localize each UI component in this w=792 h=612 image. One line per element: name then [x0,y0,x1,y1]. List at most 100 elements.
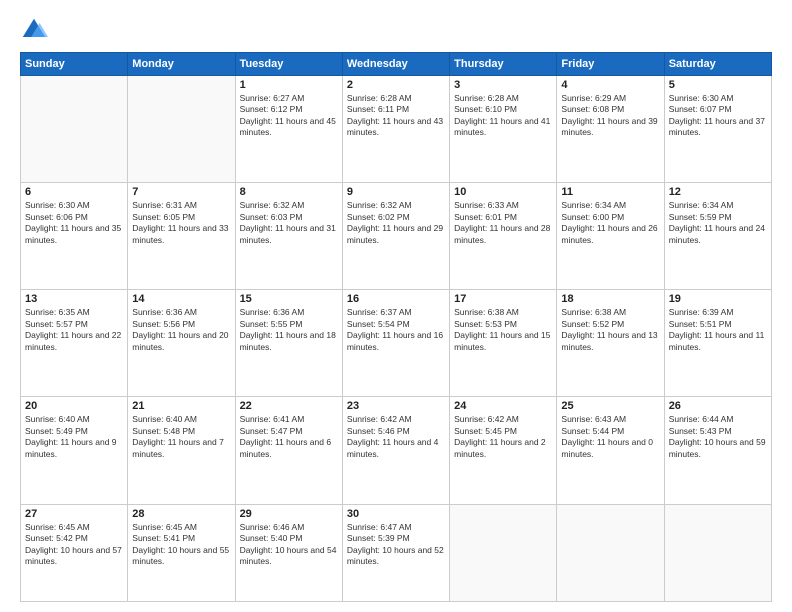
day-number: 16 [347,293,445,305]
day-number: 26 [669,400,767,412]
day-number: 18 [561,293,659,305]
day-number: 21 [132,400,230,412]
day-number: 8 [240,186,338,198]
day-number: 7 [132,186,230,198]
day-info: Sunrise: 6:37 AM Sunset: 5:54 PM Dayligh… [347,307,445,353]
day-number: 22 [240,400,338,412]
day-number: 3 [454,79,552,91]
calendar-cell: 28Sunrise: 6:45 AM Sunset: 5:41 PM Dayli… [128,504,235,601]
day-info: Sunrise: 6:29 AM Sunset: 6:08 PM Dayligh… [561,93,659,139]
calendar-cell: 27Sunrise: 6:45 AM Sunset: 5:42 PM Dayli… [21,504,128,601]
day-number: 12 [669,186,767,198]
day-number: 14 [132,293,230,305]
col-header-wednesday: Wednesday [342,53,449,76]
calendar-cell [557,504,664,601]
col-header-friday: Friday [557,53,664,76]
day-info: Sunrise: 6:27 AM Sunset: 6:12 PM Dayligh… [240,93,338,139]
day-info: Sunrise: 6:44 AM Sunset: 5:43 PM Dayligh… [669,414,767,460]
day-number: 9 [347,186,445,198]
calendar-cell: 11 Sunrise: 6:34 AM Sunset: 6:00 PM Dayli… [557,183,664,290]
day-number: 6 [25,186,123,198]
day-info: Sunrise: 6:45 AM Sunset: 5:41 PM Dayligh… [132,522,230,568]
calendar-cell: 7 Sunrise: 6:31 AM Sunset: 6:05 PM Daylig… [128,183,235,290]
calendar-cell: 26 Sunrise: 6:44 AM Sunset: 5:43 PM Dayli… [664,397,771,504]
day-info: Sunrise: 6:42 AM Sunset: 5:45 PM Dayligh… [454,414,552,460]
calendar-cell [128,76,235,183]
calendar-cell: 24 Sunrise: 6:42 AM Sunset: 5:45 PM Dayli… [450,397,557,504]
calendar-cell: 21Sunrise: 6:40 AM Sunset: 5:48 PM Dayli… [128,397,235,504]
calendar-cell: 5 Sunrise: 6:30 AM Sunset: 6:07 PM Daylig… [664,76,771,183]
week-row-4: 20 Sunrise: 6:40 AM Sunset: 5:49 PM Dayli… [21,397,772,504]
day-info: Sunrise: 6:34 AM Sunset: 6:00 PM Dayligh… [561,200,659,246]
day-number: 24 [454,400,552,412]
day-info: Sunrise: 6:41 AM Sunset: 5:47 PM Dayligh… [240,414,338,460]
col-header-tuesday: Tuesday [235,53,342,76]
calendar-cell: 2Sunrise: 6:28 AM Sunset: 6:11 PM Daylig… [342,76,449,183]
day-number: 1 [240,79,338,91]
calendar-cell: 4Sunrise: 6:29 AM Sunset: 6:08 PM Daylig… [557,76,664,183]
calendar-table: SundayMondayTuesdayWednesdayThursdayFrid… [20,52,772,602]
day-number: 19 [669,293,767,305]
calendar-cell: 30 Sunrise: 6:47 AM Sunset: 5:39 PM Dayli… [342,504,449,601]
day-number: 10 [454,186,552,198]
day-info: Sunrise: 6:30 AM Sunset: 6:07 PM Dayligh… [669,93,767,139]
col-header-monday: Monday [128,53,235,76]
calendar-cell: 25 Sunrise: 6:43 AM Sunset: 5:44 PM Dayli… [557,397,664,504]
day-number: 27 [25,508,123,520]
logo [20,16,52,44]
week-row-2: 6Sunrise: 6:30 AM Sunset: 6:06 PM Daylig… [21,183,772,290]
calendar-cell: 13 Sunrise: 6:35 AM Sunset: 5:57 PM Dayli… [21,290,128,397]
day-number: 11 [561,186,659,198]
calendar-cell: 29 Sunrise: 6:46 AM Sunset: 5:40 PM Dayli… [235,504,342,601]
day-info: Sunrise: 6:33 AM Sunset: 6:01 PM Dayligh… [454,200,552,246]
calendar-cell: 23 Sunrise: 6:42 AM Sunset: 5:46 PM Dayli… [342,397,449,504]
day-number: 15 [240,293,338,305]
calendar-cell: 15 Sunrise: 6:36 AM Sunset: 5:55 PM Dayli… [235,290,342,397]
header [20,16,772,44]
calendar-cell: 17 Sunrise: 6:38 AM Sunset: 5:53 PM Dayli… [450,290,557,397]
day-info: Sunrise: 6:28 AM Sunset: 6:11 PM Dayligh… [347,93,445,139]
calendar-cell: 3Sunrise: 6:28 AM Sunset: 6:10 PM Daylig… [450,76,557,183]
calendar-cell: 19Sunrise: 6:39 AM Sunset: 5:51 PM Dayli… [664,290,771,397]
calendar-header-row: SundayMondayTuesdayWednesdayThursdayFrid… [21,53,772,76]
calendar-cell [664,504,771,601]
day-info: Sunrise: 6:47 AM Sunset: 5:39 PM Dayligh… [347,522,445,568]
week-row-5: 27Sunrise: 6:45 AM Sunset: 5:42 PM Dayli… [21,504,772,601]
day-number: 23 [347,400,445,412]
calendar-cell: 20 Sunrise: 6:40 AM Sunset: 5:49 PM Dayli… [21,397,128,504]
day-info: Sunrise: 6:43 AM Sunset: 5:44 PM Dayligh… [561,414,659,460]
day-number: 20 [25,400,123,412]
calendar-cell: 14 Sunrise: 6:36 AM Sunset: 5:56 PM Dayli… [128,290,235,397]
day-number: 5 [669,79,767,91]
week-row-3: 13 Sunrise: 6:35 AM Sunset: 5:57 PM Dayli… [21,290,772,397]
calendar-cell: 12 Sunrise: 6:34 AM Sunset: 5:59 PM Dayli… [664,183,771,290]
logo-icon [20,16,48,44]
day-info: Sunrise: 6:46 AM Sunset: 5:40 PM Dayligh… [240,522,338,568]
day-info: Sunrise: 6:36 AM Sunset: 5:56 PM Dayligh… [132,307,230,353]
calendar-cell: 16 Sunrise: 6:37 AM Sunset: 5:54 PM Dayli… [342,290,449,397]
day-number: 17 [454,293,552,305]
day-number: 30 [347,508,445,520]
calendar-cell: 22 Sunrise: 6:41 AM Sunset: 5:47 PM Dayli… [235,397,342,504]
day-info: Sunrise: 6:36 AM Sunset: 5:55 PM Dayligh… [240,307,338,353]
day-number: 29 [240,508,338,520]
day-info: Sunrise: 6:31 AM Sunset: 6:05 PM Dayligh… [132,200,230,246]
calendar-cell: 18Sunrise: 6:38 AM Sunset: 5:52 PM Dayli… [557,290,664,397]
day-number: 25 [561,400,659,412]
day-info: Sunrise: 6:40 AM Sunset: 5:49 PM Dayligh… [25,414,123,460]
day-info: Sunrise: 6:34 AM Sunset: 5:59 PM Dayligh… [669,200,767,246]
day-number: 13 [25,293,123,305]
day-info: Sunrise: 6:32 AM Sunset: 6:02 PM Dayligh… [347,200,445,246]
col-header-thursday: Thursday [450,53,557,76]
calendar-cell [450,504,557,601]
day-info: Sunrise: 6:42 AM Sunset: 5:46 PM Dayligh… [347,414,445,460]
day-info: Sunrise: 6:32 AM Sunset: 6:03 PM Dayligh… [240,200,338,246]
calendar-cell: 1 Sunrise: 6:27 AM Sunset: 6:12 PM Daylig… [235,76,342,183]
day-info: Sunrise: 6:35 AM Sunset: 5:57 PM Dayligh… [25,307,123,353]
col-header-sunday: Sunday [21,53,128,76]
page: SundayMondayTuesdayWednesdayThursdayFrid… [0,0,792,612]
day-info: Sunrise: 6:38 AM Sunset: 5:53 PM Dayligh… [454,307,552,353]
calendar-cell: 6Sunrise: 6:30 AM Sunset: 6:06 PM Daylig… [21,183,128,290]
calendar-cell: 10 Sunrise: 6:33 AM Sunset: 6:01 PM Dayli… [450,183,557,290]
week-row-1: 1 Sunrise: 6:27 AM Sunset: 6:12 PM Daylig… [21,76,772,183]
